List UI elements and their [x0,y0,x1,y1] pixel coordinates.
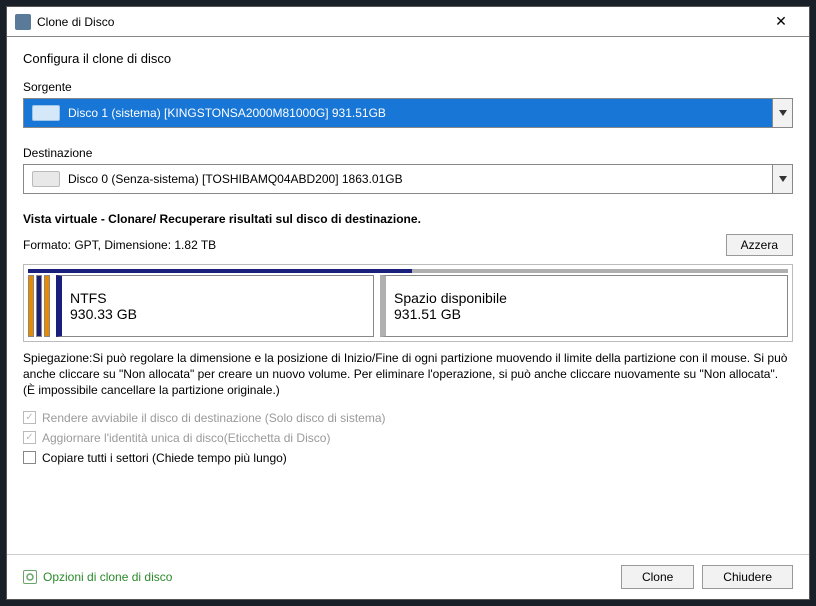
chevron-down-icon [779,110,787,116]
partition-free-label: Spazio disponibile [394,290,779,306]
checkbox-icon: ✓ [23,431,36,444]
footer: Opzioni di clone di disco Clone Chiudere [7,554,809,599]
page-subtitle: Configura il clone di disco [23,51,793,66]
reset-button[interactable]: Azzera [726,234,793,256]
footer-buttons: Clone Chiudere [621,565,793,589]
format-row: Formato: GPT, Dimensione: 1.82 TB Azzera [23,234,793,256]
dest-combo-main[interactable]: Disco 0 (Senza-sistema) [TOSHIBAMQ04ABD2… [24,165,772,193]
disk-icon [32,105,60,121]
partition-size: 930.33 GB [70,306,365,322]
clone-button[interactable]: Clone [621,565,694,589]
partition-row: NTFS 930.33 GB Spazio disponibile 931.51… [28,275,788,337]
partition-free-size: 931.51 GB [394,306,779,322]
checkbox-group: ✓ Rendere avviabile il disco di destinaz… [23,411,793,465]
small-partition[interactable] [28,275,34,337]
clone-options-link[interactable]: Opzioni di clone di disco [23,570,621,584]
virtual-view-title: Vista virtuale - Clonare/ Recuperare ris… [23,212,793,226]
checkbox-label: Aggiornare l'identità unica di disco(Eti… [42,431,330,445]
close-button[interactable]: Chiudere [702,565,793,589]
clone-options-label: Opzioni di clone di disco [43,570,172,584]
small-partition[interactable] [44,275,50,337]
explanation-text: Spiegazione:Si può regolare la dimension… [23,350,793,399]
close-button[interactable]: ✕ [761,8,801,36]
checkbox-copy-all[interactable]: Copiare tutti i settori (Chiede tempo pi… [23,451,793,465]
checkbox-update-id: ✓ Aggiornare l'identità unica di disco(E… [23,431,793,445]
header-seg-allocated [28,269,408,273]
source-text: Disco 1 (sistema) [KINGSTONSA2000M81000G… [68,106,386,120]
partition-view[interactable]: NTFS 930.33 GB Spazio disponibile 931.51… [23,264,793,342]
dest-text: Disco 0 (Senza-sistema) [TOSHIBAMQ04ABD2… [68,172,403,186]
source-combo-main[interactable]: Disco 1 (sistema) [KINGSTONSA2000M81000G… [24,99,772,127]
source-label: Sorgente [23,80,793,94]
source-combo[interactable]: Disco 1 (sistema) [KINGSTONSA2000M81000G… [23,98,793,128]
content-area: Configura il clone di disco Sorgente Dis… [7,37,809,554]
checkbox-icon: ✓ [23,411,36,424]
dest-label: Destinazione [23,146,793,160]
partition-free[interactable]: Spazio disponibile 931.51 GB [380,275,788,337]
source-dropdown-button[interactable] [772,99,792,127]
dest-combo[interactable]: Disco 0 (Senza-sistema) [TOSHIBAMQ04ABD2… [23,164,793,194]
app-icon [15,14,31,30]
titlebar[interactable]: Clone di Disco ✕ [7,7,809,37]
checkbox-bootable: ✓ Rendere avviabile il disco di destinaz… [23,411,793,425]
small-partitions [28,275,50,337]
dest-dropdown-button[interactable] [772,165,792,193]
partition-header-bar [28,269,788,273]
partition-ntfs[interactable]: NTFS 930.33 GB [56,275,374,337]
partition-fs-label: NTFS [70,290,365,306]
gear-icon [23,570,37,584]
checkbox-icon [23,451,36,464]
clone-disk-window: Clone di Disco ✕ Configura il clone di d… [6,6,810,600]
window-title: Clone di Disco [37,15,761,29]
checkbox-label: Rendere avviabile il disco di destinazio… [42,411,386,425]
format-text: Formato: GPT, Dimensione: 1.82 TB [23,238,726,252]
disk-icon [32,171,60,187]
chevron-down-icon [779,176,787,182]
small-partition[interactable] [36,275,42,337]
checkbox-label: Copiare tutti i settori (Chiede tempo pi… [42,451,287,465]
header-seg-free [412,269,788,273]
